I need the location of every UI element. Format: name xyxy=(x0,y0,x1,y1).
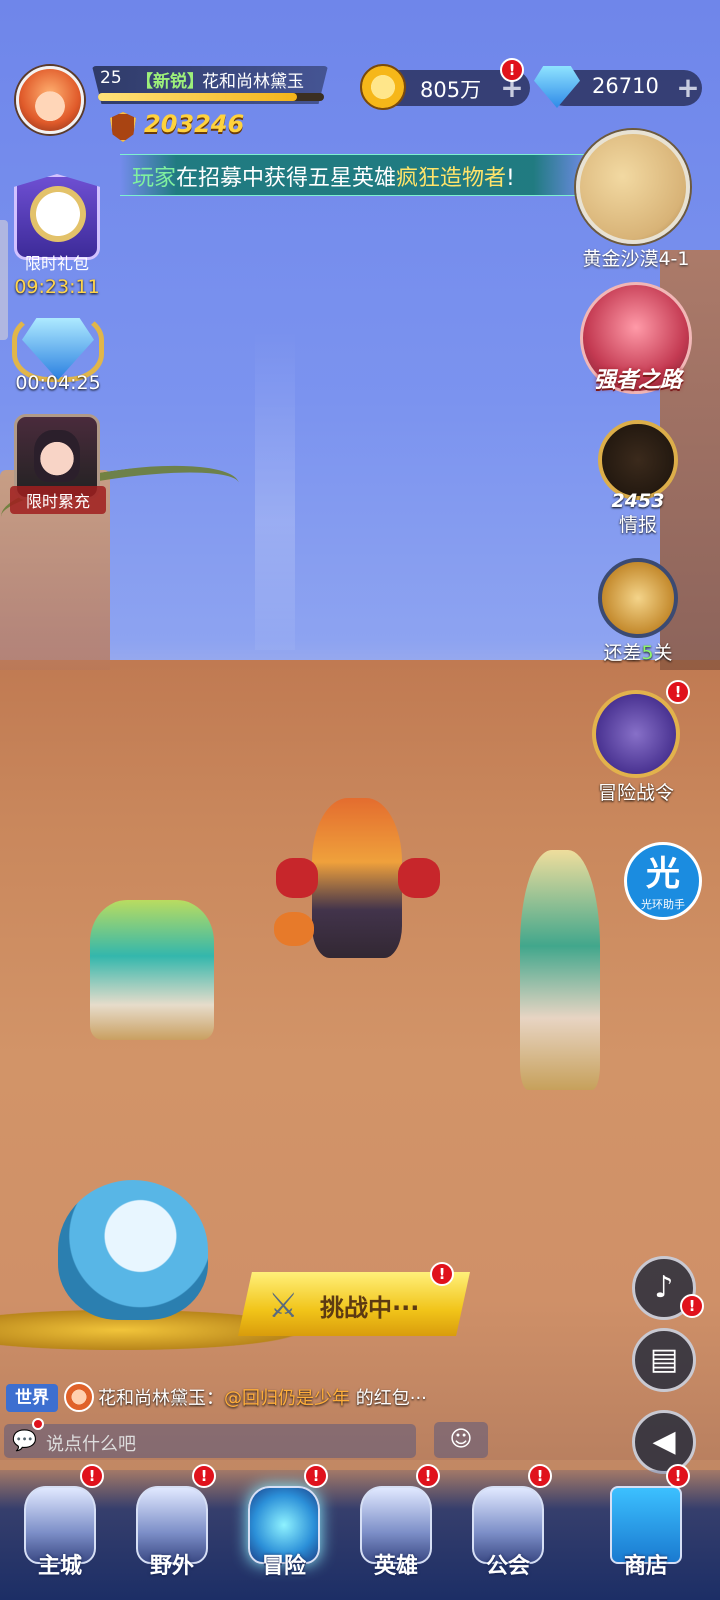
player-level: 25 xyxy=(100,68,122,88)
hero-elf-archer[interactable] xyxy=(520,850,600,1090)
emoji-icon[interactable]: ☺ xyxy=(434,1422,488,1458)
map-stage-label: 黄金沙漠4-1 xyxy=(582,248,690,270)
nav-alert-badge: ! xyxy=(666,1464,690,1488)
nav-main-city[interactable]: 主城 ! xyxy=(10,1464,110,1596)
chat-sender: 花和尚林黛玉： xyxy=(98,1388,224,1409)
nav-guild[interactable]: 公会 ! xyxy=(458,1464,558,1596)
nav-wild[interactable]: 野外 ! xyxy=(122,1464,222,1596)
side-drawer-handle[interactable] xyxy=(0,220,8,340)
hero-glove-right xyxy=(398,858,440,898)
announcement-suffix: ! xyxy=(506,166,515,191)
world-channel-tag[interactable]: 世界 xyxy=(6,1384,58,1412)
nav-shop[interactable]: 商店 ! xyxy=(596,1464,696,1596)
nav-label: 野外 xyxy=(149,1554,194,1579)
chat-placeholder: 说点什么吧 xyxy=(46,1434,136,1455)
chat-message[interactable]: 花和尚林黛玉：@回归仍是少年 的红包··· xyxy=(98,1384,427,1410)
limited-recharge-label: 限时累充 xyxy=(10,486,106,514)
avatar-face xyxy=(28,82,72,126)
hero-fire-fighter[interactable] xyxy=(312,798,402,958)
adventure-pass-icon[interactable] xyxy=(592,690,680,778)
stages-prefix: 还差 xyxy=(603,642,642,664)
stages-suffix: 关 xyxy=(653,642,673,664)
halo-helper-label: 光环助手 xyxy=(641,898,685,911)
hero-glove-left xyxy=(276,858,318,898)
chat-mention: @回归仍是少年 xyxy=(224,1388,350,1409)
coin-icon xyxy=(360,64,406,110)
halo-icon: 光 xyxy=(646,854,680,894)
book-alert-badge: ! xyxy=(680,1294,704,1318)
combat-power: 203246 xyxy=(144,110,245,138)
nav-heroes[interactable]: 英雄 ! xyxy=(346,1464,446,1596)
light-beam xyxy=(255,330,295,650)
intel-count: 2453 xyxy=(611,490,665,512)
recharge-hero-portrait xyxy=(34,430,80,482)
adventure-pass-label: 冒险战令 xyxy=(597,782,674,804)
announcement-body: 在招募中获得五星英雄 xyxy=(176,166,397,191)
chat-avatar xyxy=(64,1382,94,1412)
megaphone-icon[interactable]: ◀ xyxy=(632,1410,696,1474)
nav-alert-badge: ! xyxy=(304,1464,328,1488)
stages-count: 5 xyxy=(641,642,654,664)
gem-value: 26710 xyxy=(592,74,659,98)
intel-label: 情报 xyxy=(618,514,657,536)
add-gem-button[interactable]: + xyxy=(674,74,702,102)
announcement-prefix: 玩家 xyxy=(132,166,177,191)
nav-label: 主城 xyxy=(37,1554,82,1579)
challenge-label: 挑战中··· xyxy=(320,1294,420,1322)
nav-label: 冒险 xyxy=(261,1554,306,1579)
book-icon[interactable]: ▤ xyxy=(632,1328,696,1392)
announcement-hero: 疯狂造物者 xyxy=(396,166,507,191)
announcement-text: 玩家在招募中获得五星英雄疯狂造物者! xyxy=(132,160,515,192)
nav-label: 英雄 xyxy=(373,1554,418,1579)
minimap[interactable] xyxy=(576,130,690,244)
road-of-strong-label: 强者之路 xyxy=(593,368,682,393)
power-shield-icon xyxy=(110,112,136,142)
player-tag: 【新锐】 xyxy=(136,72,204,92)
nav-label: 商店 xyxy=(623,1554,668,1579)
swords-icon: ⚔ xyxy=(268,1286,299,1326)
pumpkin-pet xyxy=(274,912,314,946)
pass-alert-badge: ! xyxy=(666,680,690,704)
nav-alert-badge: ! xyxy=(528,1464,552,1488)
chat-alert-dot xyxy=(32,1418,44,1430)
gold-value: 805万 xyxy=(420,78,482,102)
dragon-pet[interactable] xyxy=(58,1180,208,1320)
clock-icon xyxy=(30,186,86,242)
chat-tail: 的红包··· xyxy=(350,1388,427,1409)
hero-book-mage[interactable] xyxy=(90,900,214,1040)
nav-alert-badge: ! xyxy=(192,1464,216,1488)
nav-adventure[interactable]: 冒险 ! xyxy=(234,1464,334,1596)
diamond-timer: 00:04:25 xyxy=(15,372,101,394)
exp-bar-fill xyxy=(98,93,297,101)
stages-remaining-label: 还差5关 xyxy=(586,638,690,665)
intel-magnifier-icon[interactable] xyxy=(598,420,678,500)
nav-alert-badge: ! xyxy=(416,1464,440,1488)
chat-icon: 💬 xyxy=(12,1428,37,1452)
limited-gift-timer: 09:23:11 xyxy=(14,276,100,298)
nav-label: 公会 xyxy=(485,1554,530,1579)
nav-alert-badge: ! xyxy=(80,1464,104,1488)
limited-gift-label: 限时礼包 xyxy=(24,254,89,273)
gold-alert-badge: ! xyxy=(500,58,524,82)
scroll-icon[interactable] xyxy=(598,558,678,638)
player-name: 花和尚林黛玉 xyxy=(202,72,304,92)
challenge-alert-badge: ! xyxy=(430,1262,454,1286)
